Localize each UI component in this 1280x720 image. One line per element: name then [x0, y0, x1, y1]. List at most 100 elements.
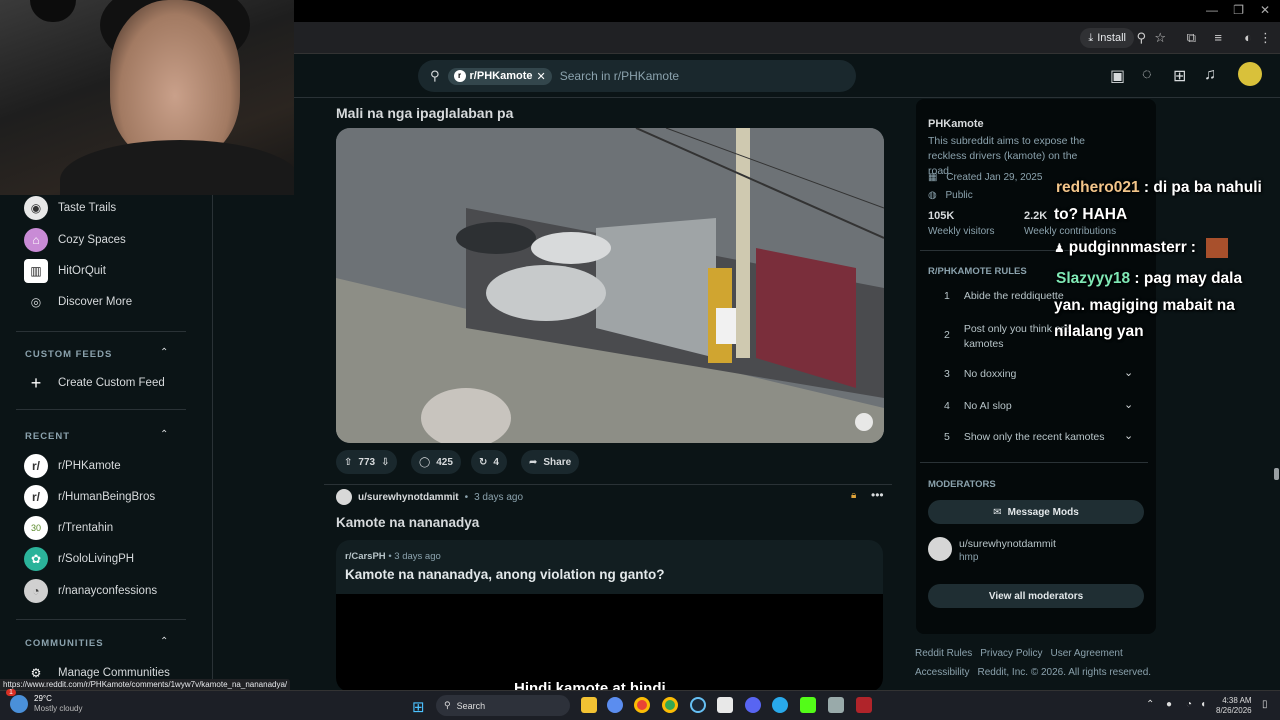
comments-button[interactable]: ◯ 425 [411, 450, 461, 474]
steam-icon[interactable] [690, 697, 706, 713]
crosspost-button[interactable]: ↻ 4 [471, 450, 507, 474]
volume-icon[interactable]: ◖ [1200, 699, 1206, 710]
rule-item[interactable]: 5 Show only the recent kamotes [944, 431, 1105, 443]
kick-icon[interactable] [800, 697, 816, 713]
more-options-icon[interactable]: ••• [871, 488, 884, 502]
chevron-down-icon[interactable]: ⌄ [1124, 429, 1133, 442]
footer-link[interactable]: Accessibility [915, 667, 969, 678]
custom-feeds-heading[interactable]: CUSTOM FEEDS [25, 349, 112, 360]
sidebar-item-nanayconfessions[interactable]: ◔ r/nanayconfessions [24, 578, 157, 604]
tray-chevron-icon[interactable]: ⌃ [1146, 699, 1154, 710]
chevron-down-icon[interactable]: ⌄ [1124, 366, 1133, 379]
cctv-street-scene [336, 128, 884, 443]
crosspost-video[interactable]: Hindi kamote at hindi [336, 594, 883, 692]
file-explorer-icon[interactable] [581, 697, 597, 713]
install-app-button[interactable]: ⤓ Install [1080, 28, 1134, 48]
chip-remove-icon[interactable]: ✕ [537, 70, 546, 83]
chat-message-continued: to? HAHA [1054, 206, 1128, 223]
created-row: ▦ Created Jan 29, 2025 [928, 172, 1043, 183]
browser-menu-icon[interactable]: ⋮ [1259, 30, 1272, 46]
windows-start-icon[interactable]: ⊞ [412, 698, 425, 716]
zoom-icon[interactable]: ⚲ [1136, 30, 1146, 46]
recent-heading[interactable]: RECENT [25, 431, 70, 442]
minimize-icon[interactable]: — [1206, 3, 1218, 17]
post-media-image[interactable] [336, 128, 884, 443]
chrome-profile-icon[interactable] [662, 697, 678, 713]
post-title[interactable]: Mali na nga ipaglalaban pa [336, 105, 513, 121]
search-input[interactable]: Search in r/PHKamote [560, 69, 679, 83]
community-search-chip[interactable]: r r/PHKamote ✕ [447, 67, 552, 85]
search-bar[interactable]: ⚲ r r/PHKamote ✕ Search in r/PHKamote [418, 60, 856, 92]
microphone-icon[interactable]: ● [1166, 699, 1172, 710]
taskbar-search[interactable]: ⚲ Search [436, 695, 570, 716]
telegram-icon[interactable] [772, 697, 788, 713]
user-avatar[interactable] [1238, 62, 1262, 86]
streamer-webcam [0, 0, 294, 195]
footer-link[interactable]: Reddit Rules [915, 648, 972, 659]
sidebar-item-trentahin[interactable]: 30 r/Trentahin [24, 515, 113, 541]
editor-icon[interactable] [828, 697, 844, 713]
chrome-icon[interactable] [634, 697, 650, 713]
vote-button-group[interactable]: ⇧ 773 ⇩ [336, 450, 398, 474]
post-title[interactable]: Kamote na nananadya [336, 515, 479, 530]
crosspost-subreddit[interactable]: r/CarsPH [345, 551, 386, 562]
chat-icon[interactable]: ◌ [1142, 66, 1152, 84]
create-post-icon[interactable]: ⊞ [1173, 66, 1186, 86]
author-avatar[interactable] [336, 489, 352, 505]
rule-item[interactable]: 1 Abide the reddiquette [944, 290, 1064, 302]
notes-icon[interactable] [717, 697, 733, 713]
chevron-down-icon[interactable]: ⌄ [1124, 398, 1133, 411]
maximize-icon[interactable]: ❐ [1233, 3, 1244, 17]
sidebar-item-hitorquit[interactable]: ▥ HitOrQuit [24, 258, 106, 284]
chat-emote-icon [1205, 238, 1228, 258]
copilot-icon[interactable] [607, 697, 623, 713]
close-icon[interactable]: ✕ [1260, 3, 1270, 17]
dota-icon[interactable] [856, 697, 872, 713]
footer-link[interactable]: Privacy Policy [980, 648, 1042, 659]
profile-avatar-icon[interactable]: ◐ [1244, 30, 1252, 45]
message-mods-button[interactable]: ✉ Message Mods [928, 500, 1144, 524]
upvote-icon[interactable]: ⇧ [344, 457, 352, 468]
system-clock[interactable]: 4:38 AM 8/26/2026 [1216, 696, 1252, 716]
chat-message-continued: nilalang yan [1054, 323, 1144, 340]
crosspost-title[interactable]: Kamote na nananadya, anong violation ng … [345, 567, 665, 582]
view-all-moderators-button[interactable]: View all moderators [928, 584, 1144, 608]
rule-item[interactable]: 4 No AI slop [944, 400, 1012, 412]
notification-badge: 1 [6, 689, 16, 696]
notifications-bell-icon[interactable]: ♫ [1204, 66, 1216, 84]
extensions-icon[interactable]: ⧉ [1187, 30, 1196, 46]
create-custom-feed-button[interactable]: + Create Custom Feed [24, 370, 165, 396]
chevron-up-icon[interactable]: ⌃ [160, 347, 168, 358]
crosspost-card[interactable]: r/CarsPH • 3 days ago Kamote na nananady… [336, 540, 883, 692]
discord-icon[interactable] [745, 697, 761, 713]
post-author[interactable]: u/surewhynotdammit [358, 492, 459, 503]
moderator-name[interactable]: u/surewhynotdammit [959, 538, 1056, 550]
notification-bell-icon[interactable]: ▯ [1262, 699, 1268, 710]
footer-links-row2: Accessibility Reddit, Inc. © 2026. All r… [915, 667, 1151, 678]
rule-item[interactable]: 3 No doxxing [944, 368, 1016, 380]
communities-heading[interactable]: COMMUNITIES [25, 638, 104, 649]
downvote-icon[interactable]: ⇩ [381, 457, 389, 468]
weather-widget[interactable]: 1 29°C Mostly cloudy [6, 689, 82, 714]
page-scrollbar[interactable] [1273, 60, 1280, 680]
sidebar-item-humanbeingbros[interactable]: r/ r/HumanBeingBros [24, 484, 155, 510]
bookmark-star-icon[interactable]: ☆ [1154, 30, 1166, 46]
sidebar-item-phkamote[interactable]: r/ r/PHKamote [24, 453, 121, 479]
post-meta: u/surewhynotdammit • 3 days ago [336, 489, 523, 505]
crosspost-icon: ↻ [479, 456, 488, 468]
share-button[interactable]: ➦ Share [521, 450, 580, 474]
sidebar-item-taste-trails[interactable]: ◉ Taste Trails [24, 195, 116, 221]
chevron-up-icon[interactable]: ⌃ [160, 636, 168, 647]
post-time: 3 days ago [474, 491, 524, 503]
lock-icon: 🔒︎ [851, 490, 857, 501]
sidebar-item-discover-more[interactable]: ◎ Discover More [24, 289, 132, 315]
media-control-icon[interactable]: ≡ [1214, 30, 1222, 45]
weekly-contributions-value: 2.2K [1024, 210, 1048, 222]
footer-link[interactable]: User Agreement [1051, 648, 1123, 659]
moderator-avatar[interactable] [928, 537, 952, 561]
sidebar-item-cozy-spaces[interactable]: ⌂ Cozy Spaces [24, 227, 126, 253]
advertise-icon[interactable]: ▣ [1110, 66, 1125, 86]
sidebar-item-sololivingph[interactable]: ✿ r/SoloLivingPH [24, 546, 134, 572]
chevron-up-icon[interactable]: ⌃ [160, 429, 168, 440]
network-icon[interactable]: ◔ [1186, 699, 1192, 710]
